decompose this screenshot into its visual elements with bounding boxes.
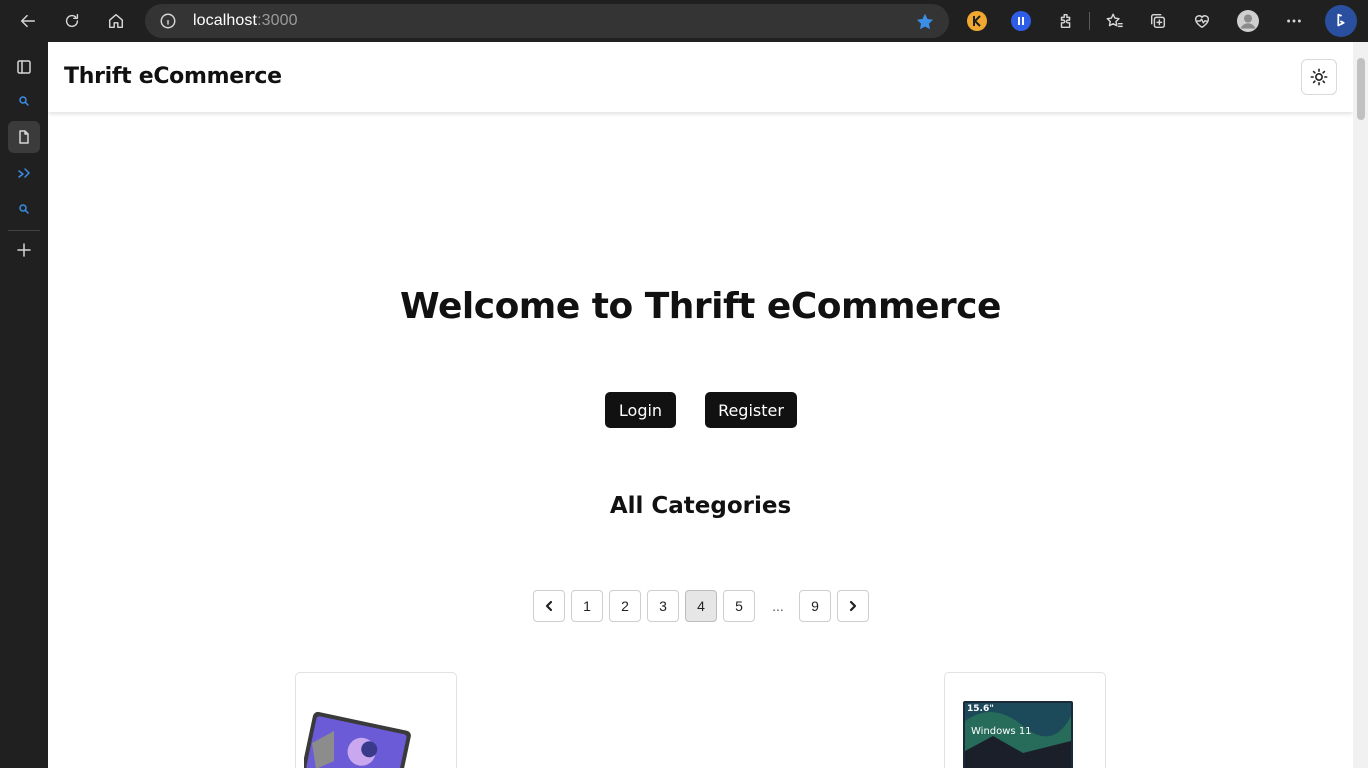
- copilot-icon[interactable]: [1325, 5, 1357, 37]
- back-icon[interactable]: [15, 8, 41, 34]
- chevron-left-icon: [545, 600, 553, 612]
- browser-essentials-icon[interactable]: [1189, 8, 1215, 34]
- url-port: :3000: [257, 12, 298, 29]
- laptop-product-image: 15.6" Windows 11: [953, 681, 1097, 768]
- new-tab-icon[interactable]: [8, 234, 40, 266]
- collections-icon[interactable]: [1145, 8, 1171, 34]
- app-header: Thrift eCommerce: [48, 42, 1353, 112]
- welcome-heading: Welcome to Thrift eCommerce: [400, 286, 1001, 327]
- pagination-next-button[interactable]: [837, 590, 869, 622]
- extensions-icon[interactable]: [1053, 8, 1079, 34]
- page-icon: [19, 130, 29, 144]
- browser-toolbar: localhost:3000: [0, 0, 1368, 42]
- tab-search-1-icon[interactable]: [8, 85, 40, 117]
- site-info-icon[interactable]: [159, 12, 177, 30]
- pagination-prev-button[interactable]: [533, 590, 565, 622]
- register-button[interactable]: Register: [705, 392, 797, 428]
- page-scrollbar[interactable]: [1353, 42, 1368, 768]
- product-card[interactable]: 15.6" Windows 11: [944, 672, 1106, 768]
- sun-icon: [1310, 68, 1328, 86]
- tablet-product-image: [304, 681, 448, 768]
- product-card[interactable]: [295, 672, 457, 768]
- pagination-page-4[interactable]: 4: [685, 590, 717, 622]
- pagination-page-5[interactable]: 5: [723, 590, 755, 622]
- extension-k-icon[interactable]: [967, 11, 987, 31]
- categories-heading: All Categories: [609, 493, 792, 519]
- profile-avatar-icon[interactable]: [1235, 8, 1261, 34]
- pagination-ellipsis: ...: [772, 598, 784, 614]
- tab-actions-icon[interactable]: [8, 51, 40, 83]
- extension-pause-icon[interactable]: [1011, 11, 1031, 31]
- more-menu-icon[interactable]: [1281, 8, 1307, 34]
- laptop-os-label: Windows 11: [971, 726, 1032, 737]
- toolbar-divider: [1089, 12, 1090, 30]
- page-viewport: Thrift eCommerce Welcome to Thrift eComm…: [48, 42, 1368, 768]
- refresh-icon[interactable]: [59, 8, 85, 34]
- vertical-tabs-sidebar: [0, 42, 48, 768]
- address-bar[interactable]: localhost:3000: [145, 4, 949, 38]
- scrollbar-thumb[interactable]: [1357, 58, 1365, 120]
- url-text: localhost:3000: [193, 12, 298, 30]
- pagination-page-1[interactable]: 1: [571, 590, 603, 622]
- chevron-right-icon: [849, 600, 857, 612]
- sidebar-divider: [8, 230, 40, 231]
- tab-vscode-icon[interactable]: [8, 157, 40, 189]
- login-button[interactable]: Login: [605, 392, 676, 428]
- pagination-page-3[interactable]: 3: [647, 590, 679, 622]
- url-host: localhost: [193, 12, 258, 29]
- pagination-page-last[interactable]: 9: [799, 590, 831, 622]
- favorites-icon[interactable]: [1101, 8, 1127, 34]
- laptop-screen-size-label: 15.6": [967, 704, 994, 714]
- theme-toggle-button[interactable]: [1301, 59, 1337, 95]
- tab-search-2-icon[interactable]: [8, 193, 40, 225]
- favorite-star-icon[interactable]: [915, 12, 935, 32]
- tab-localhost[interactable]: [8, 121, 40, 153]
- home-icon[interactable]: [103, 8, 129, 34]
- app-title[interactable]: Thrift eCommerce: [64, 64, 282, 89]
- pagination-page-2[interactable]: 2: [609, 590, 641, 622]
